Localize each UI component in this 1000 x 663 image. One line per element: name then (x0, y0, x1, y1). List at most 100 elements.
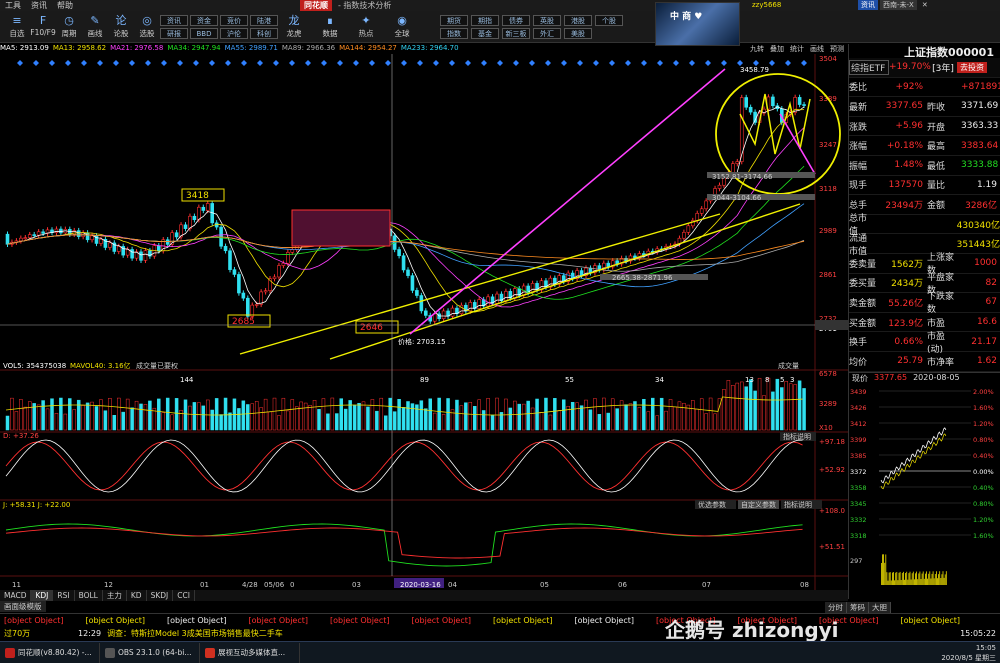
mini-volume-bar (936, 570, 937, 585)
volume-bar (708, 397, 713, 431)
grid1-button[interactable]: 陆港 (250, 15, 278, 26)
toolbar-label: 周期 (61, 29, 77, 38)
macd-param-label: 自定义参数 (741, 500, 776, 509)
volume-bar (23, 406, 28, 431)
user-avatar-banner[interactable]: 中 商 ♥ (655, 2, 740, 46)
chart-tool-button[interactable]: 预测 (830, 44, 844, 54)
grid1-button[interactable]: 研报 (160, 28, 188, 39)
quote-label-2: 最低 (927, 161, 946, 172)
quote-bottom-tab[interactable]: 分时 (825, 602, 847, 613)
mini-axis-left: 3426 (850, 404, 867, 412)
indicator-tab[interactable]: BOLL (75, 590, 103, 601)
invest-button[interactable]: 去投资 (957, 61, 987, 73)
toolbar-icon: ◎ (142, 14, 152, 27)
chart-annotation: 2685 (232, 317, 255, 327)
volume-bar (366, 406, 370, 431)
indicator-tab[interactable]: KD (127, 590, 147, 601)
volume-bar (553, 398, 557, 431)
grid2-button[interactable]: 港股 (564, 15, 592, 26)
grid2-button[interactable]: 新三板 (502, 28, 530, 39)
volume-bar (59, 397, 63, 431)
toolbar-mid-0-button[interactable]: 龙龙虎 (280, 14, 308, 40)
volume-bar (268, 411, 272, 431)
grid1-button[interactable]: 科创 (250, 28, 278, 39)
toolbar-5-button[interactable]: ◎ 选股 (133, 14, 161, 40)
grid2-button[interactable]: 外汇 (533, 28, 561, 39)
grid2-button[interactable]: 期指 (471, 15, 499, 26)
chart-tool-button[interactable]: 叠加 (770, 44, 784, 54)
volume-bar (286, 410, 290, 431)
grid2-button[interactable]: 美股 (564, 28, 592, 39)
toolbar-mid-1-button[interactable]: ∎ 数据 (316, 14, 344, 40)
quote-bottom-tab[interactable]: 筹码 (847, 602, 869, 613)
etf-label[interactable]: 综指ETF (849, 59, 889, 75)
grid2-button[interactable]: 期货 (440, 15, 468, 26)
grid1-button[interactable]: 竞价 (220, 15, 248, 26)
ticker-news[interactable]: 调查：特斯拉Model 3成美国市场销售最快二手车 (107, 628, 283, 639)
taskbar-app[interactable]: 同花顺(v8.80.42) -... (0, 642, 100, 663)
toolbar-mid-3-button[interactable]: ◉ 全球 (388, 14, 416, 40)
grid1-button[interactable]: 沪伦 (220, 28, 248, 39)
etf-row[interactable]: 综指ETF +19.70% [3年] 去投资 (849, 58, 1000, 78)
volume-bar (19, 399, 23, 431)
username[interactable]: zzy5668 (752, 1, 781, 9)
etf-period: [3年] (932, 63, 954, 74)
candle-body (188, 215, 192, 229)
menu-news[interactable]: 资讯 (31, 0, 47, 11)
tab-news[interactable]: 资讯 (858, 0, 878, 10)
grid1-button[interactable]: 资金 (190, 15, 218, 26)
toolbar-4-button[interactable]: 论论股 (107, 14, 135, 40)
chart-tool-button[interactable]: 统计 (790, 44, 804, 54)
close-icon[interactable]: ✕ (919, 0, 931, 10)
volume-bar (277, 415, 281, 431)
grid2-button[interactable]: 基金 (471, 28, 499, 39)
chart-annotation: 3152.81-3174.66 (712, 173, 773, 181)
toolbar-2-button[interactable]: ◷ 周期 (55, 14, 83, 40)
indicator-tab[interactable]: SKDJ (147, 590, 174, 601)
quote-value: 2434万 (891, 279, 923, 290)
indicator-tab[interactable]: RSI (53, 590, 75, 601)
mini-intraday-chart[interactable]: 现价 3377.65 2020-08-05 3439 2.00% 3426 1.60%… (849, 371, 1000, 593)
box-annotation (291, 209, 391, 247)
chart-area[interactable]: 350433893247311829892861273227013458.793… (0, 54, 848, 590)
volume-bar (628, 403, 633, 431)
volume-bar (397, 398, 401, 431)
grid1-button[interactable]: 资讯 (160, 15, 188, 26)
chart-tool-button[interactable]: 九转 (750, 44, 764, 54)
taskbar-app[interactable]: 展视互动多媒体直... (200, 642, 300, 663)
volume-bar (68, 398, 72, 431)
mini-volume-bar (915, 572, 916, 585)
quote-bottom-tab[interactable]: 大胆 (869, 602, 891, 613)
taskbar-app[interactable]: OBS 23.1.0 (64-bi... (100, 642, 200, 663)
volume-bar (161, 412, 165, 431)
toolbar-3-button[interactable]: ✎ 画线 (81, 14, 109, 40)
volume-bar (699, 398, 704, 431)
quote-row: 委比 +92% +8718915 (849, 78, 1000, 98)
toolbar-mid-2-button[interactable]: ✦ 热点 (352, 14, 380, 40)
chart-tool-button[interactable]: 画线 (810, 44, 824, 54)
template-tab[interactable]: 画面级模版 (0, 601, 46, 612)
grid2-button[interactable]: 个股 (595, 15, 623, 26)
volume-bar (326, 413, 330, 431)
date-axis-label: 4/28 (242, 581, 258, 589)
indicator-tab[interactable]: MACD (0, 590, 32, 601)
quote-value: 3377.65 (885, 101, 923, 112)
candle-body (116, 246, 121, 252)
grid2-button[interactable]: 指数 (440, 28, 468, 39)
mini-volume-bar (882, 553, 883, 585)
toolbar-0-button[interactable]: ≡ 自选 (3, 14, 31, 40)
tab-broker[interactable]: 西南-未-X (880, 0, 917, 10)
menu-tools[interactable]: 工具 (5, 0, 21, 11)
grid1-button[interactable]: BBD (190, 28, 218, 39)
indicator-tab[interactable]: 主力 (103, 590, 127, 601)
menu-help[interactable]: 帮助 (57, 0, 73, 11)
indicator-tab[interactable]: KDJ (31, 590, 54, 601)
grid2-button[interactable]: 债券 (502, 15, 530, 26)
indicator-tab[interactable]: CCI (173, 590, 195, 601)
volume-bar (441, 414, 446, 431)
quote-value-2: +8718915 (961, 81, 1000, 92)
toolbar-label: 龙虎 (286, 29, 302, 38)
toolbar-1-button[interactable]: F F10/F9 (29, 14, 57, 40)
ma-legend-item: MA13: 2958.62 (52, 44, 107, 52)
grid2-button[interactable]: 英股 (533, 15, 561, 26)
